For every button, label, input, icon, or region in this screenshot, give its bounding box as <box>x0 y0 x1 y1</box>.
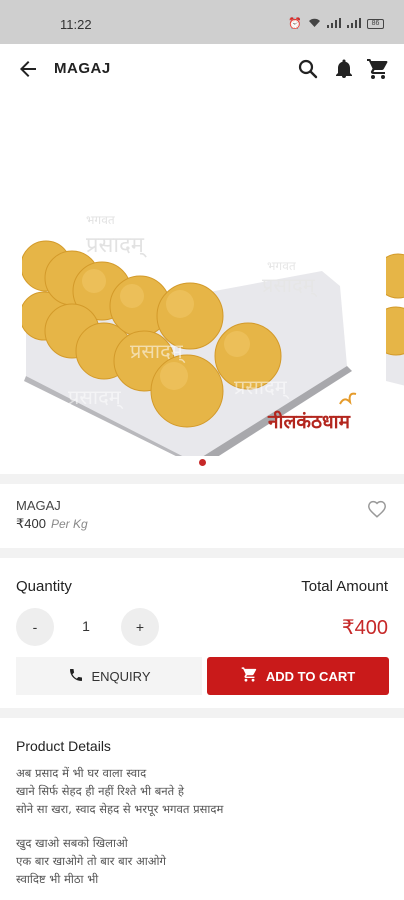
search-icon[interactable] <box>296 57 320 81</box>
product-details-card: Product Details अब प्रसाद में भी घर वाला… <box>0 718 404 900</box>
product-price: ₹400 <box>16 516 46 531</box>
cart-icon <box>241 666 258 686</box>
product-description: अब प्रसाद में भी घर वाला स्वाद खाने सिर्… <box>16 764 223 888</box>
brand-logo: नीलकंठधाम <box>267 410 351 433</box>
watermark-text: प्रसादम् <box>68 385 124 410</box>
watermark-text: प्रसादम् <box>130 339 186 364</box>
status-bar: 11:22 ⏰ 86 <box>0 0 404 44</box>
page-title: MAGAJ <box>54 60 111 77</box>
next-slide-preview <box>386 253 404 386</box>
increment-button[interactable]: + <box>121 608 159 646</box>
bell-icon[interactable] <box>332 57 356 81</box>
watermark-text: भगवत <box>267 259 297 273</box>
quantity-label: Quantity <box>16 578 72 595</box>
product-image: भगवत प्रसादम् भगवत प्रसादम् प्रसादम् प्र… <box>22 213 357 456</box>
enquiry-button[interactable]: ENQUIRY <box>16 657 202 695</box>
enquiry-label: ENQUIRY <box>91 668 151 684</box>
description-line: स्वादिष्ट भी मीठा भी <box>16 872 99 886</box>
status-icons: ⏰ 86 <box>288 17 384 31</box>
phone-icon <box>68 667 84 686</box>
back-arrow-icon[interactable] <box>16 57 40 81</box>
product-unit: Per Kg <box>51 517 88 531</box>
total-amount-value: ₹400 <box>341 617 388 639</box>
watermark-text: प्रसादम् <box>234 375 290 400</box>
product-details-title: Product Details <box>16 738 111 754</box>
product-name: MAGAJ <box>16 498 61 513</box>
purchase-card: Quantity Total Amount - 1 + ₹400 ENQUIRY… <box>0 558 404 708</box>
description-line: एक बार खाओगे तो बार बार आओगे <box>16 854 167 868</box>
carousel-indicator-dot[interactable] <box>199 459 206 466</box>
quantity-value: 1 <box>82 618 90 634</box>
watermark-text: प्रसादम् <box>262 273 318 298</box>
heart-icon[interactable] <box>366 498 388 520</box>
description-line: अब प्रसाद में भी घर वाला स्वाद <box>16 766 147 780</box>
decrement-button[interactable]: - <box>16 608 54 646</box>
watermark-text: भगवत <box>86 213 116 227</box>
cart-icon[interactable] <box>366 57 390 81</box>
signal-icon <box>327 17 341 31</box>
watermark-text: प्रसादम् <box>86 233 147 258</box>
status-time: 11:22 <box>60 17 92 32</box>
product-image-carousel[interactable]: भगवत प्रसादम् भगवत प्रसादम् प्रसादम् प्र… <box>0 94 404 474</box>
app-bar: MAGAJ <box>0 44 404 94</box>
wifi-icon <box>308 17 321 31</box>
product-info-card: MAGAJ ₹400 Per Kg <box>0 484 404 548</box>
total-amount-label: Total Amount <box>301 578 388 595</box>
battery-icon: 86 <box>367 19 384 29</box>
alarm-icon: ⏰ <box>288 18 302 30</box>
add-to-cart-label: ADD TO CART <box>265 668 356 684</box>
description-line: खाने सिर्फ सेहद ही नहीं रिश्ते भी बनते ह… <box>16 784 184 798</box>
description-line: सोने सा खरा, स्वाद सेहद से भरपूर भगवत प्… <box>16 802 224 816</box>
add-to-cart-button[interactable]: ADD TO CART <box>207 657 389 695</box>
signal-icon-2 <box>347 17 361 31</box>
description-line: खुद खाओ सबको खिलाओ <box>16 836 128 850</box>
